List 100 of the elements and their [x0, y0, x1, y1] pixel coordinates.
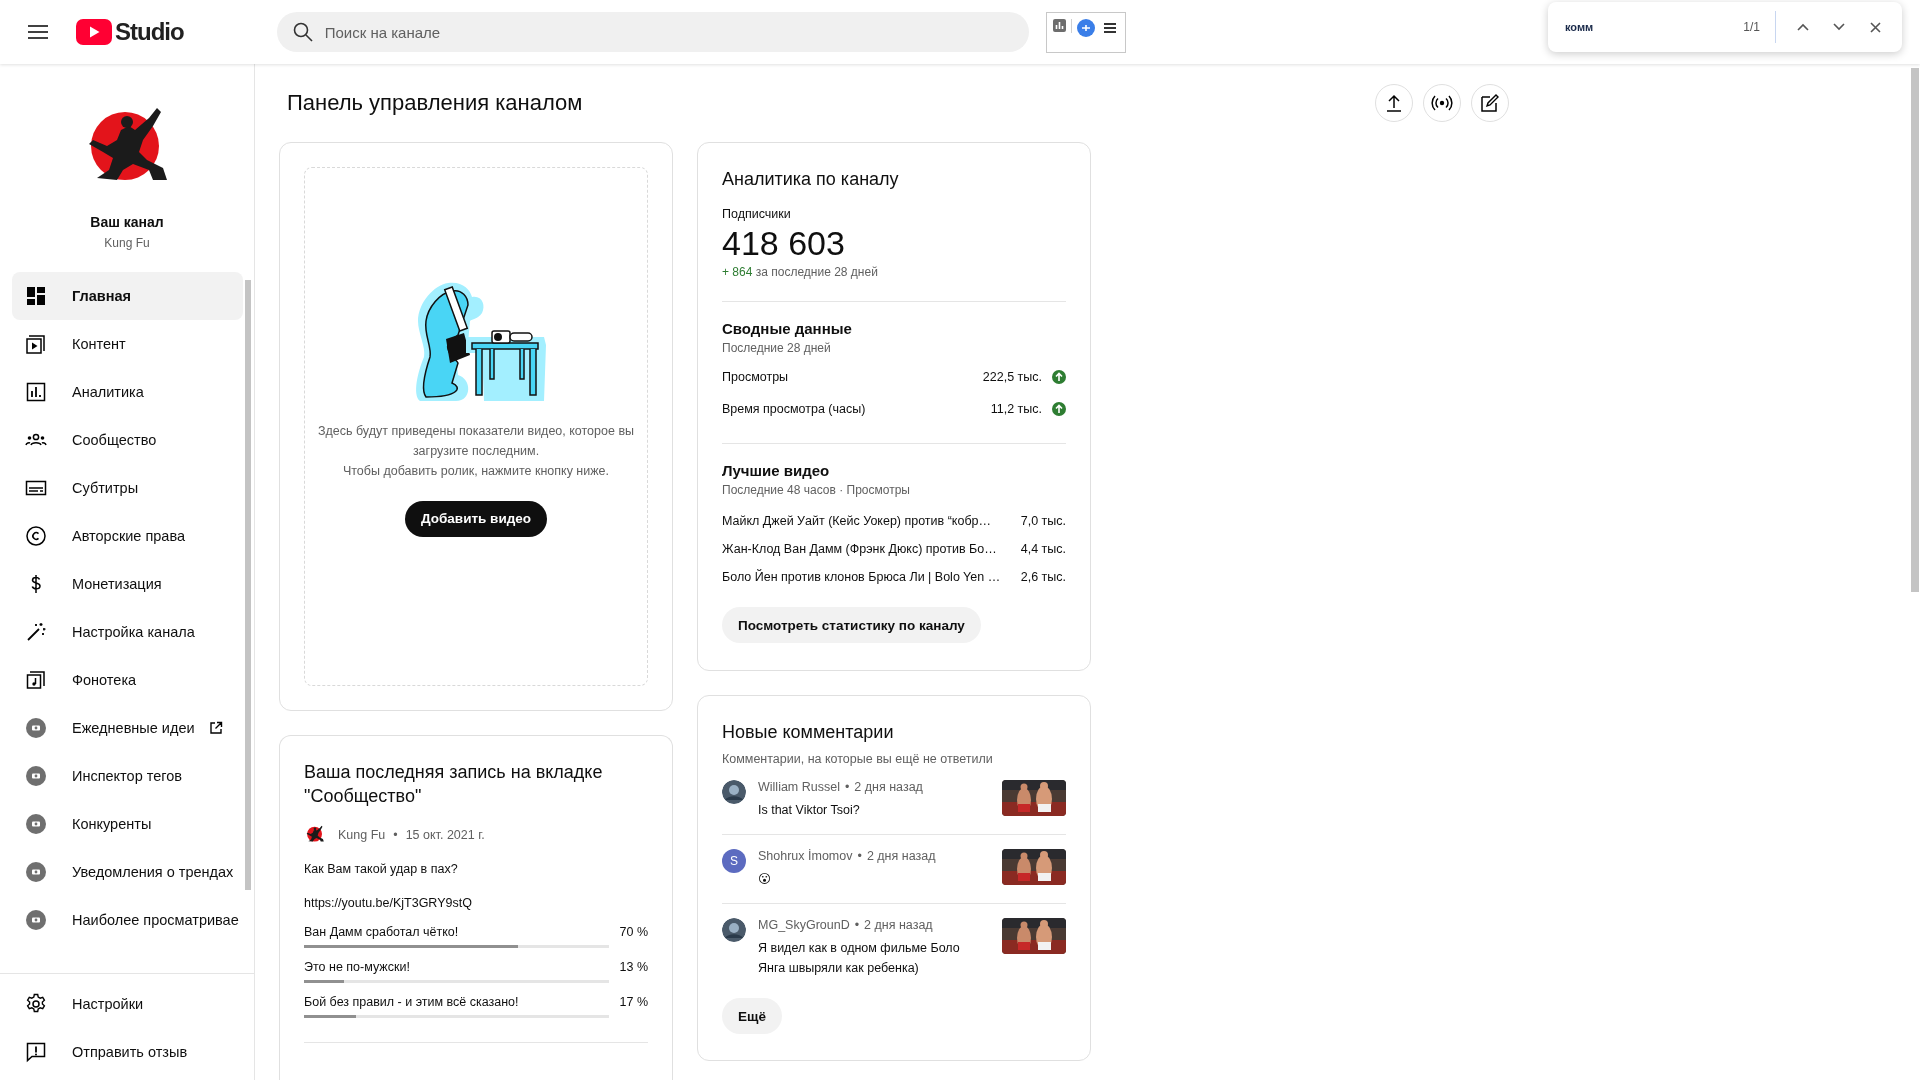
extension-icon [26, 718, 46, 738]
scrollbar-thumb[interactable] [245, 280, 251, 890]
video-title[interactable]: Майкл Джей Уайт (Кейс Уокер) против “кобр… [722, 514, 992, 528]
sidebar-item[interactable]: Отправить отзыв [12, 1028, 243, 1076]
edit-icon [1481, 94, 1499, 112]
separator-dot: • [393, 828, 398, 842]
sidebar-item[interactable]: Конкуренты [12, 800, 243, 848]
edit-button[interactable] [1471, 84, 1509, 122]
subscribers-label: Подписчики [722, 207, 792, 221]
comment-text: 😮 [758, 871, 773, 888]
card-title: Ваша последняя запись на вкладке "Сообщество" [304, 761, 604, 808]
sidebar-item[interactable]: Авторские права [12, 512, 243, 560]
video-title[interactable]: Боло Йен против клонов Брюса Ли | Bolo Yen … [722, 570, 1001, 584]
poll-percent: 13 % [619, 960, 648, 974]
sidebar-item[interactable]: Сообщество [12, 416, 243, 464]
comment-author[interactable]: MG_SkyGrounD [758, 918, 850, 932]
sidebar-item[interactable]: Фонотека [12, 656, 243, 704]
card-subtitle: Комментарии, на которые вы ещё не ответили [722, 752, 994, 766]
author-name: Kung Fu [338, 828, 386, 842]
match-count: 1/1 [1743, 20, 1760, 34]
poll-option: Бой без правил - и этим всё сказано! [304, 995, 519, 1009]
empty-state-text: Чтобы добавить ролик, нажмите кнопку ниже. [342, 462, 610, 480]
metric-value: 11,2 тыс. [990, 402, 1042, 416]
bar-chart-icon[interactable] [1052, 18, 1066, 32]
studio-logo[interactable]: Studio [76, 18, 184, 46]
extension-icon [26, 766, 46, 786]
poll-option: Ван Дамм сработал чётко! [304, 925, 459, 939]
video-title[interactable]: Жан-Клод Ван Дамм (Фрэнк Дюкс) против Бо… [722, 542, 997, 556]
dashboard-icon [24, 284, 48, 308]
separator-dot: • [857, 849, 862, 863]
poll-option: Это не по-мужски! [304, 960, 410, 974]
video-views: 7,0 тыс. [1020, 514, 1066, 528]
sidebar-item[interactable]: Главная [12, 272, 243, 320]
comment-time: 2 дня назад [854, 780, 923, 794]
card-title: Аналитика по каналу [722, 168, 900, 191]
sidebar-item[interactable]: Уведомления о трендах [12, 848, 243, 896]
upload-button[interactable] [1375, 84, 1413, 122]
sidebar-item[interactable]: Инспектор тегов [12, 752, 243, 800]
metric-label: Просмотры [722, 370, 789, 384]
post-text: Как Вам такой удар в пах? [304, 862, 459, 876]
broadcast-icon [1431, 95, 1453, 111]
add-video-button[interactable]: Добавить видео [404, 500, 548, 537]
menu-icon [28, 25, 48, 39]
chevron-down-icon [1833, 23, 1845, 31]
channel-name: Kung Fu [104, 236, 150, 250]
subscriber-change: + 864 за последние 28 дней [722, 265, 879, 279]
separator-dot: • [844, 780, 850, 794]
post-date: 15 окт. 2021 г. [405, 828, 485, 842]
close-icon [1869, 21, 1881, 33]
sidebar-item[interactable]: Настройки [12, 980, 243, 1028]
more-button[interactable]: Ещё [722, 998, 782, 1034]
subscriber-count: 418 603 [722, 223, 846, 263]
comment-text: Я видел как в одном фильме Боло Янга швыряли как ребенка) [758, 940, 961, 977]
avatar: S [722, 849, 746, 873]
feedback-icon [24, 1040, 48, 1064]
avatar [722, 918, 746, 942]
sidebar-item[interactable]: Аналитика [12, 368, 243, 416]
music-note-icon [24, 668, 48, 692]
comment-text: Is that Viktor Tsoi? [758, 802, 861, 819]
avatar [722, 780, 746, 804]
section-subtitle: Последние 48 часов · Просмотры [722, 483, 911, 497]
sidebar-item[interactable]: Настройка канала [12, 608, 243, 656]
extension-icon [26, 814, 46, 834]
sidebar-item[interactable]: Монетизация [12, 560, 243, 608]
poll-percent: 70 % [619, 925, 648, 939]
search-field[interactable]: Поиск на канале [276, 12, 1029, 52]
post-link[interactable]: https://youtu.be/KjT3GRY9stQ [304, 896, 472, 910]
video-views: 4,4 тыс. [1020, 542, 1066, 556]
sidebar-item[interactable]: Контент [12, 320, 243, 368]
sidebar-item[interactable]: Ежедневные идеи [12, 704, 243, 752]
chevron-up-icon [1797, 23, 1809, 31]
section-title: Сводные данные [722, 320, 853, 337]
video-views: 2,6 тыс. [1020, 570, 1066, 584]
comment-author[interactable]: William Russel [758, 780, 840, 794]
comment-time: 2 дня назад [866, 849, 936, 863]
section-subtitle: Последние 28 дней [722, 341, 832, 355]
video-icon [24, 332, 48, 356]
external-link-icon[interactable] [208, 721, 223, 735]
scrollbar-thumb[interactable] [1911, 68, 1919, 592]
extension-icon[interactable] [1076, 18, 1095, 37]
sidebar-item[interactable]: Наиболее просматривае [12, 896, 243, 944]
live-button[interactable] [1423, 84, 1461, 122]
menu-icon[interactable] [1102, 20, 1117, 35]
page-title: Панель управления каналом [287, 90, 584, 116]
channel-title: Ваш канал [90, 214, 164, 230]
comment-author[interactable]: Shohrux İmomov [758, 849, 853, 863]
metric-value: 222,5 тыс. [982, 370, 1042, 384]
card-title: Новые комментарии [722, 721, 895, 744]
channel-stats-button[interactable]: Посмотреть статистику по каналу [722, 607, 981, 643]
extension-icon [26, 862, 46, 882]
metric-label: Время просмотра (часы) [722, 402, 866, 416]
empty-state-text: Здесь будут приведены показатели видео, которое вы загрузите последним. [316, 422, 636, 460]
upload-icon [1386, 94, 1402, 112]
poll-percent: 17 % [619, 995, 648, 1009]
extension-icon [26, 910, 46, 930]
find-field[interactable]: комм [1565, 21, 1744, 33]
sidebar-item[interactable]: Субтитры [12, 464, 243, 512]
section-title: Лучшие видео [722, 462, 831, 479]
bar-chart-icon [24, 380, 48, 404]
comment-time: 2 дня назад [864, 918, 933, 932]
